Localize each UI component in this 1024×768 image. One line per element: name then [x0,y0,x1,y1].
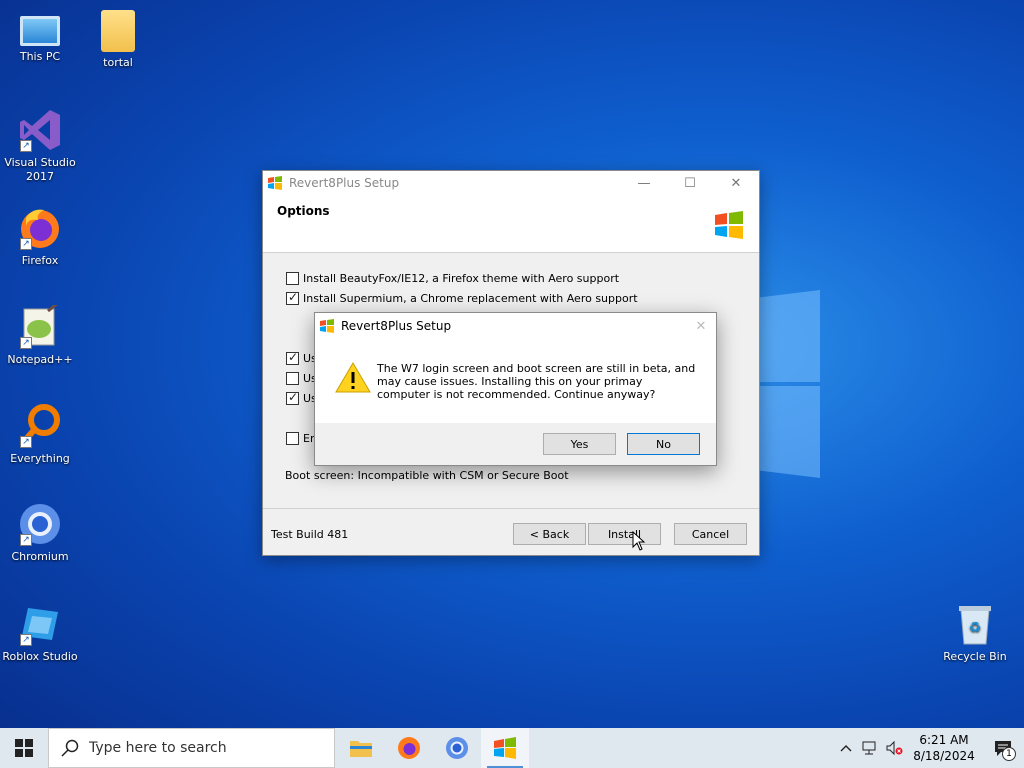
recycle-bin-icon: ♻ [953,602,997,646]
checkbox[interactable] [286,272,299,285]
option-supermium[interactable]: Install Supermium, a Chrome replacement … [286,290,638,305]
chromium-icon: ↗ [18,502,62,546]
folder-icon [350,741,372,757]
option-beautyfox[interactable]: Install BeautyFox/IE12, a Firefox theme … [286,272,619,285]
firefox-icon: ↗ [18,206,62,250]
maximize-icon[interactable]: ☐ [667,171,713,195]
dialog-titlebar[interactable]: Revert8Plus Setup ✕ [315,313,716,339]
computer-icon [20,16,60,46]
desktop-icon-label: Visual Studio 2017 [4,156,76,183]
option-4[interactable]: Us [286,372,317,385]
option-3[interactable]: Us [286,350,317,365]
desktop-icon-everything[interactable]: ↗ Everything [0,404,80,466]
start-button[interactable] [0,728,48,768]
desktop-icon-tortal[interactable]: tortal [78,10,158,70]
warning-icon [335,362,371,393]
desktop-icon-label: Firefox [21,254,59,267]
clock-date: 8/18/2024 [913,749,975,763]
desktop-icon-label: tortal [103,56,133,69]
taskbar-app-firefox[interactable] [385,728,433,768]
checkbox[interactable] [286,350,299,365]
desktop-icon-label: Notepad++ [7,353,73,366]
option-label: Install BeautyFox/IE12, a Firefox theme … [303,272,620,285]
no-button[interactable]: No [627,433,700,455]
dialog-title: Revert8Plus Setup [341,319,452,333]
back-button[interactable]: < Back [513,523,586,545]
wallpaper-logo [760,290,820,480]
chevron-up-icon[interactable] [834,728,858,768]
dialog-body: The W7 login screen and boot screen are … [315,339,716,423]
checkbox[interactable] [286,290,299,305]
taskbar-clock[interactable]: 6:21 AM 8/18/2024 [906,732,982,764]
build-label: Test Build 481 [271,528,349,541]
close-icon[interactable]: ✕ [686,319,716,334]
warning-dialog: Revert8Plus Setup ✕ The W7 login screen … [314,312,717,466]
cancel-button[interactable]: Cancel [674,523,747,545]
notepad-plus-plus-icon: ↗ [18,301,62,349]
taskbar: Type here to search 6:21 AM 8/18/2024 1 [0,728,1024,768]
notification-center-button[interactable]: 1 [982,728,1024,768]
windows-start-icon [15,739,33,757]
visual-studio-icon: ↗ [18,108,62,152]
taskbar-app-revert8plus[interactable] [481,728,529,768]
setup-header: Options [263,195,759,253]
svg-text:♻: ♻ [969,620,982,636]
roblox-studio-icon: ↗ [18,602,62,646]
option-5[interactable]: Us [286,390,317,405]
clock-time: 6:21 AM [919,733,969,747]
minimize-icon[interactable]: — [621,171,667,195]
search-icon [61,739,79,757]
windows-logo-icon [715,211,743,239]
everything-search-icon: ↗ [18,404,62,448]
windows-flag-icon [320,319,334,333]
desktop-icon-roblox-studio[interactable]: ↗ Roblox Studio [0,602,80,664]
desktop-icon-label: Chromium [11,550,69,563]
desktop-icon-label: Roblox Studio [2,650,78,663]
taskbar-app-chromium[interactable] [433,728,481,768]
taskbar-app-file-explorer[interactable] [337,728,385,768]
desktop-icon-this-pc[interactable]: This PC [0,10,80,64]
desktop-icon-label: Everything [10,452,70,465]
chromium-icon [446,737,468,759]
checkbox[interactable] [286,372,299,385]
desktop-icon-notepad-plus-plus[interactable]: ↗ Notepad++ [0,301,80,367]
checkbox[interactable] [286,390,299,405]
desktop-icon-visual-studio[interactable]: ↗ Visual Studio 2017 [0,108,80,184]
notification-count-badge: 1 [1002,747,1016,761]
mouse-cursor-icon [632,531,646,551]
volume-muted-icon[interactable] [882,728,906,768]
close-icon[interactable]: ✕ [713,171,759,195]
setup-titlebar[interactable]: Revert8Plus Setup — ☐ ✕ [263,171,759,195]
network-icon[interactable] [858,728,882,768]
search-placeholder: Type here to search [89,740,227,756]
boot-screen-note: Boot screen: Incompatible with CSM or Se… [285,469,569,482]
taskbar-search-box[interactable]: Type here to search [48,728,335,768]
setup-window-title: Revert8Plus Setup [289,176,400,190]
dialog-message: The W7 login screen and boot screen are … [377,362,696,401]
desktop-icon-firefox[interactable]: ↗ Firefox [0,206,80,268]
windows-flag-icon [268,176,282,190]
option-label: Install Supermium, a Chrome replacement … [303,292,638,305]
windows-flag-icon [494,737,516,759]
option-6[interactable]: En [286,432,317,445]
checkbox[interactable] [286,432,299,445]
desktop-icon-label: This PC [19,50,61,63]
folder-icon [101,10,135,52]
desktop-icon-label: Recycle Bin [943,650,1007,663]
yes-button[interactable]: Yes [543,433,616,455]
desktop-icon-chromium[interactable]: ↗ Chromium [0,502,80,564]
firefox-icon [398,737,420,759]
desktop-icon-recycle-bin[interactable]: ♻ Recycle Bin [935,602,1015,664]
system-tray: 6:21 AM 8/18/2024 1 [834,728,1024,768]
page-title: Options [277,204,330,218]
install-button[interactable]: Install [588,523,661,545]
